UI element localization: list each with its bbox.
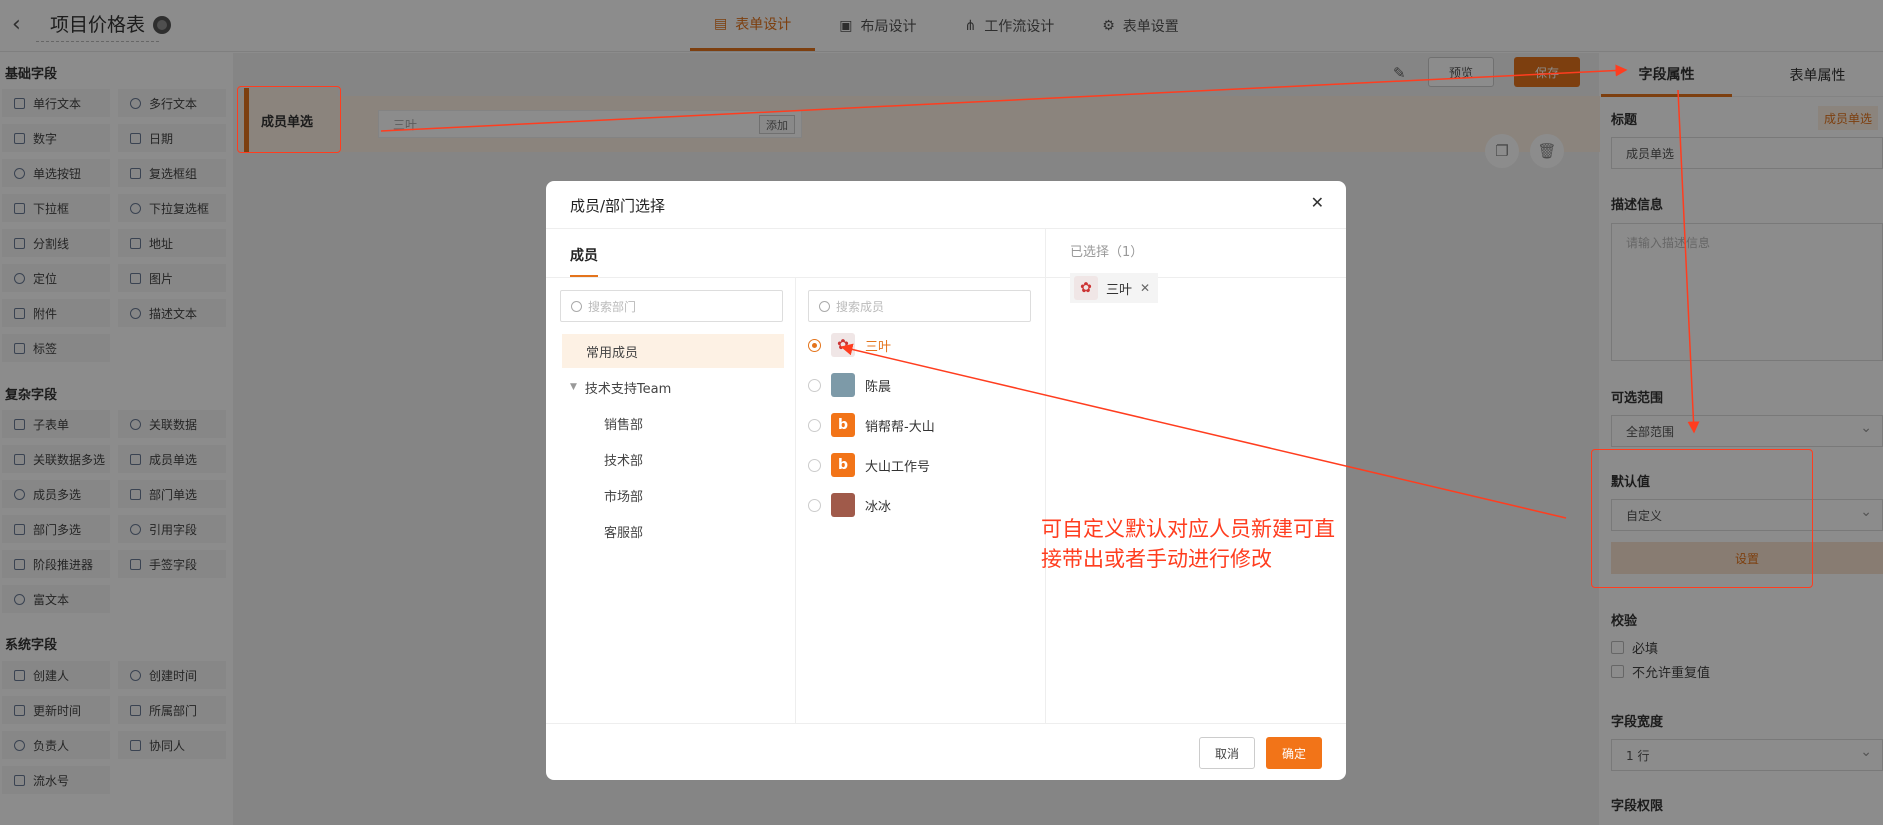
cancel-button[interactable]: 取消: [1199, 737, 1255, 769]
tab-underline: [546, 277, 1346, 278]
selected-chip: ✿ 三叶 ✕: [1070, 273, 1159, 303]
annotation-box-default: [1591, 449, 1813, 588]
department-search-input[interactable]: 搜索部门: [560, 290, 783, 322]
photo-avatar: [831, 373, 855, 397]
member-item[interactable]: b 销帮帮-大山: [808, 410, 935, 440]
member-radio[interactable]: [808, 458, 821, 472]
b-logo-avatar: b: [831, 453, 855, 477]
member-item[interactable]: 冰冰: [808, 490, 891, 520]
annotation-box-field: [237, 86, 341, 153]
annotation-text: 可自定义默认对应人员新建可直接带出或者手动进行修改: [1041, 517, 1335, 571]
modal-title: 成员/部门选择: [570, 197, 666, 215]
member-radio[interactable]: [808, 338, 821, 352]
member-picker-modal: 成员/部门选择 ✕ 成员 搜索部门 搜索成员 常用成员 ▼ 技术支持Team 销售…: [546, 181, 1346, 780]
photo-avatar: [831, 493, 855, 517]
member-item[interactable]: ✿ 三叶: [808, 330, 891, 360]
search-icon: [819, 300, 830, 312]
dept-item-tech[interactable]: 技术部: [604, 442, 784, 476]
dept-item-frequent[interactable]: 常用成员: [562, 334, 784, 368]
modal-header: 成员/部门选择 ✕: [546, 181, 1346, 229]
flower-avatar: ✿: [831, 333, 855, 357]
dept-item-sales[interactable]: 销售部: [604, 406, 784, 440]
selected-count: 已选择（1）: [1070, 245, 1144, 260]
member-search-input[interactable]: 搜索成员: [808, 290, 1031, 322]
b-logo-avatar: b: [831, 413, 855, 437]
member-radio[interactable]: [808, 378, 821, 392]
member-radio[interactable]: [808, 498, 821, 512]
search-icon: [571, 300, 582, 312]
dept-item-team[interactable]: ▼ 技术支持Team: [562, 370, 784, 404]
member-item[interactable]: 陈晨: [808, 370, 891, 400]
caret-down-icon[interactable]: ▼: [570, 382, 577, 392]
column-divider-right: [1045, 229, 1046, 723]
remove-chip-icon[interactable]: ✕: [1140, 281, 1150, 295]
tab-members[interactable]: 成员: [570, 245, 598, 277]
close-icon[interactable]: ✕: [1311, 193, 1324, 212]
dept-item-marketing[interactable]: 市场部: [604, 478, 784, 512]
member-radio[interactable]: [808, 418, 821, 432]
column-divider-left: [795, 278, 796, 723]
confirm-button[interactable]: 确定: [1266, 737, 1322, 769]
member-item[interactable]: b 大山工作号: [808, 450, 930, 480]
flower-avatar: ✿: [1074, 276, 1098, 300]
dept-item-service[interactable]: 客服部: [604, 514, 784, 548]
